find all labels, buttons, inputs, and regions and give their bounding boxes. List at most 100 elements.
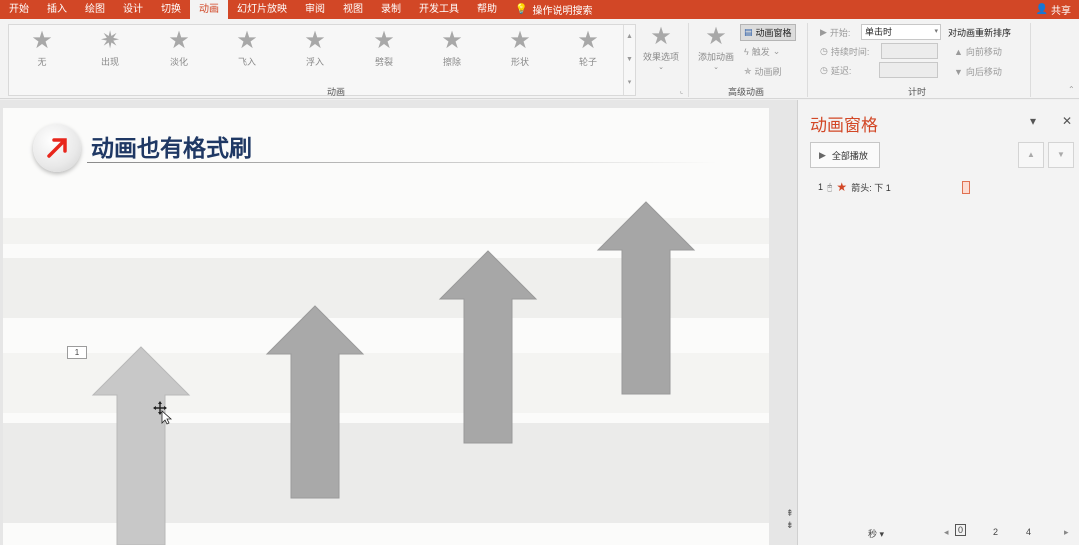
move-earlier-button[interactable]: ▲ 向前移动 [954, 45, 1002, 58]
dialog-launcher-icon[interactable]: ⌞ [680, 87, 683, 95]
star-icon: ★ [577, 27, 599, 54]
collapse-ribbon-icon[interactable]: ⌃ [1068, 85, 1075, 94]
reorder-title: 对动画重新排序 [948, 28, 1012, 38]
start-row: ▶ 开始: [820, 26, 850, 39]
tab-home[interactable]: 开始 [0, 0, 38, 19]
animation-pane-button[interactable]: ▤ 动画窗格 [740, 24, 796, 41]
seconds-label: 秒 [868, 529, 878, 539]
lightbulb-icon: 💡 [515, 4, 528, 15]
scroll-down-icon[interactable]: ▼ [624, 48, 635, 71]
group-label-timing: 计时 [908, 87, 927, 97]
next-slide-icon[interactable]: ⇟ [786, 520, 794, 531]
slide-editing-area: 动画也有格式刷 1 ⇞ ⇟ [0, 100, 797, 545]
item-label: 箭头: 下 1 [851, 182, 891, 193]
delay-spinner[interactable] [879, 62, 938, 78]
arrow-shape-2 [265, 305, 365, 499]
star-icon: ★ [650, 23, 672, 50]
anim-none[interactable]: ★ 无 [12, 28, 72, 70]
painter-label: 动画刷 [754, 67, 782, 77]
anim-label: 劈裂 [374, 57, 393, 67]
triangle-up-icon: ▲ [954, 46, 963, 57]
triangle-down-icon: ▼ [1057, 150, 1065, 159]
tell-me-search[interactable]: 💡 操作说明搜索 [506, 2, 601, 17]
anim-wipe[interactable]: ★ 擦除 [422, 28, 482, 70]
animation-pane-label: 动画窗格 [755, 28, 792, 38]
timeline-right-icon[interactable]: ▸ [1064, 527, 1069, 538]
arrow-shape-1 [91, 346, 191, 545]
tab-review[interactable]: 审阅 [296, 0, 334, 19]
tab-insert[interactable]: 插入 [38, 0, 76, 19]
ribbon-separator [688, 23, 689, 97]
play-all-button[interactable]: ▶ 全部播放 [810, 142, 880, 168]
timing-bar[interactable] [962, 181, 970, 194]
animation-list-item[interactable]: 1 🖰 ★ 箭头: 下 1 [818, 180, 891, 194]
move-down-button[interactable]: ▼ [1048, 142, 1074, 168]
duration-row: ◷ 持续时间: [820, 45, 869, 58]
group-label-animation: 动画 [327, 87, 346, 97]
slide-canvas[interactable]: 动画也有格式刷 1 [3, 108, 769, 545]
star-icon: ★ [509, 27, 531, 54]
triangle-up-icon: ▲ [1027, 150, 1035, 159]
gallery-scrollbar[interactable]: ▲ ▼ ▾ [623, 25, 635, 95]
tab-slideshow[interactable]: 幻灯片放映 [228, 0, 296, 19]
tab-view[interactable]: 视图 [334, 0, 372, 19]
anim-split[interactable]: ★ 劈裂 [354, 28, 414, 70]
previous-slide-icon[interactable]: ⇞ [786, 508, 794, 519]
animation-pane-title: 动画窗格 [810, 116, 878, 135]
pane-options-icon[interactable]: ▾ [1030, 114, 1036, 128]
star-icon: ★ [304, 27, 326, 54]
arrows-layer [91, 201, 696, 545]
chevron-down-icon: ▾ [879, 529, 885, 539]
start-select[interactable]: 单击时 ▾ [861, 24, 941, 40]
ribbon-tab-bar: 开始 插入 绘图 设计 切换 动画 幻灯片放映 审阅 视图 录制 开发工具 帮助… [0, 0, 1079, 19]
anim-fade[interactable]: ★ 淡化 [149, 28, 209, 70]
tab-design[interactable]: 设计 [114, 0, 152, 19]
duration-spinner[interactable] [881, 43, 938, 59]
anim-label: 飞入 [237, 57, 256, 67]
tab-developer[interactable]: 开发工具 [410, 0, 468, 19]
move-up-button[interactable]: ▲ [1018, 142, 1044, 168]
tell-me-label: 操作说明搜索 [532, 6, 593, 17]
tab-draw[interactable]: 绘图 [76, 0, 114, 19]
tab-record[interactable]: 录制 [372, 0, 410, 19]
anim-label: 淡化 [169, 57, 188, 67]
trigger-button[interactable]: ϟ 触发 ⌄ [744, 45, 780, 58]
ribbon-separator [807, 23, 808, 97]
animation-painter-button[interactable]: ✯ 动画刷 [744, 65, 782, 78]
anim-shape[interactable]: ★ 形状 [490, 28, 550, 70]
timeline-left-icon[interactable]: ◂ [944, 527, 949, 538]
trigger-label: 触发 [751, 47, 770, 57]
share-button[interactable]: 👤 共享 [1036, 2, 1079, 17]
add-animation-button[interactable]: ★ 添加动画 ⌄ [693, 24, 739, 72]
play-icon: ▶ [819, 149, 826, 160]
timeline-tick: 2 [993, 527, 999, 537]
share-label: 共享 [1051, 6, 1071, 17]
effect-options-label: 效果选项 [642, 52, 679, 62]
triangle-down-icon: ▼ [954, 66, 963, 77]
painter-icon: ✯ [744, 66, 752, 76]
star-icon: ★ [168, 27, 190, 54]
effect-options-button[interactable]: ★ 效果选项 ⌄ [638, 23, 684, 72]
tab-help[interactable]: 帮助 [468, 0, 506, 19]
tab-transitions[interactable]: 切换 [152, 0, 190, 19]
tab-animations[interactable]: 动画 [190, 0, 228, 19]
more-icon[interactable]: ▾ [624, 71, 635, 94]
anim-label: 浮入 [305, 57, 324, 67]
anim-appear[interactable]: ✷ 出现 [80, 28, 140, 70]
anim-fly-in[interactable]: ★ 飞入 [217, 28, 277, 70]
move-earlier-label: 向前移动 [965, 47, 1002, 57]
play-all-label: 全部播放 [831, 150, 868, 161]
close-icon[interactable]: ✕ [1062, 114, 1072, 128]
star-icon: ★ [441, 27, 463, 54]
move-later-button[interactable]: ▼ 向后移动 [954, 65, 1002, 78]
pane-timeline: 秒 ▾ ◂ 0 2 4 ▸ [798, 520, 1079, 545]
anim-float-in[interactable]: ★ 浮入 [285, 28, 345, 70]
seconds-dropdown[interactable]: 秒 ▾ [868, 527, 884, 540]
lightning-icon: ϟ [744, 46, 749, 57]
anim-wheel[interactable]: ★ 轮子 [558, 28, 618, 70]
start-label: 开始: [829, 28, 851, 38]
ribbon: ★ 无 ✷ 出现 ★ 淡化 ★ 飞入 ★ 浮入 ★ 劈裂 ★ 擦除 ★ 形状 ★ 轮子 ▲ ▼ ▾… [0, 19, 1079, 99]
star-burst-icon: ✷ [99, 27, 121, 54]
scroll-up-icon[interactable]: ▲ [624, 25, 635, 48]
delay-row: ◷ 延迟: [820, 64, 851, 77]
